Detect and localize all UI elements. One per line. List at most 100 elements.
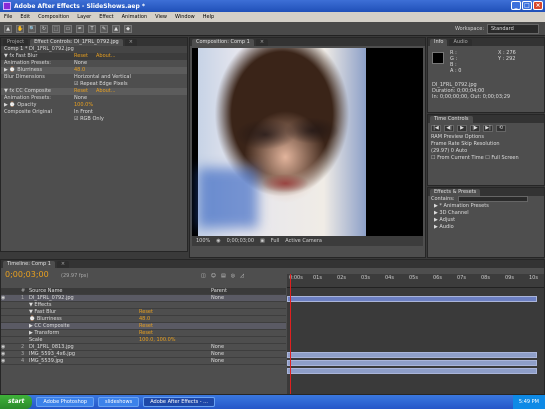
time-ruler[interactable]: 0:00s 01s 02s 03s 04s 05s 06s 07s 08s 09…	[287, 274, 544, 288]
ram-preview-options[interactable]: RAM Preview Options	[428, 134, 544, 141]
text-tool-icon[interactable]: T	[88, 24, 96, 33]
eye-icon[interactable]: ◉	[1, 358, 21, 364]
effect-value[interactable]: 48.0	[74, 67, 85, 74]
effect-row[interactable]: Animation Presets: None	[1, 95, 187, 102]
selection-tool-icon[interactable]: ▲	[4, 24, 12, 33]
current-time[interactable]: 0;00;03;00	[227, 238, 254, 244]
layer-property[interactable]: Scale	[29, 337, 139, 343]
table-row[interactable]: ◉ 4 IMG_5539.jpg None	[1, 358, 286, 365]
property-value[interactable]: 100.0, 100.0%	[139, 337, 211, 343]
effect-row[interactable]: ▶ ⌚ Blurriness 48.0	[1, 67, 187, 74]
camera-tool-icon[interactable]: ⬚	[52, 24, 60, 33]
menu-file[interactable]: File	[0, 14, 16, 20]
camera-icon[interactable]: ◉	[216, 238, 220, 244]
menu-layer[interactable]: Layer	[73, 14, 95, 20]
eye-icon[interactable]: ◉	[1, 344, 21, 350]
menu-edit[interactable]: Edit	[16, 14, 34, 20]
preview-checkboxes[interactable]: ☐ From Current Time ☐ Full Screen	[428, 155, 544, 162]
resolution-dropdown[interactable]: Full	[271, 238, 280, 244]
menu-window[interactable]: Window	[171, 14, 199, 20]
close-tab-icon[interactable]: ×	[56, 261, 70, 268]
table-row[interactable]: ▶ Transform Reset	[1, 330, 286, 337]
draft-3d-icon[interactable]: ◫	[201, 273, 206, 279]
menu-effect[interactable]: Effect	[95, 14, 117, 20]
composition-viewer[interactable]	[192, 48, 423, 236]
zoom-dropdown[interactable]: 100%	[196, 238, 210, 244]
last-frame-icon[interactable]: ▶|	[483, 125, 493, 132]
play-icon[interactable]: ▶	[457, 125, 467, 132]
effect-row[interactable]: ☑ Repeat Edge Pixels	[1, 81, 187, 88]
effect-checkbox[interactable]: ☑ Repeat Edge Pixels	[74, 81, 128, 88]
taskbar-item-photoshop[interactable]: Adobe Photoshop	[36, 397, 95, 407]
frame-blending-icon[interactable]: ▤	[221, 273, 226, 279]
property-value[interactable]: Reset	[139, 309, 211, 315]
preset-category[interactable]: ▶ Audio	[428, 224, 544, 231]
effect-value[interactable]: 100.0%	[74, 102, 93, 109]
menu-help[interactable]: Help	[199, 14, 218, 20]
tab-composition[interactable]: Composition: Comp 1	[192, 39, 254, 46]
effect-row[interactable]: Blur Dimensions Horizontal and Vertical	[1, 74, 187, 81]
effect-value[interactable]: None	[74, 60, 87, 67]
maximize-button[interactable]: □	[522, 1, 532, 10]
layer-bar[interactable]	[287, 360, 537, 366]
table-row[interactable]: ▼ Effects	[1, 302, 286, 309]
layer-property[interactable]: ⌚ Blurriness	[29, 316, 139, 322]
parent-dropdown[interactable]: None	[211, 358, 243, 364]
effect-row[interactable]: ☑ RGB Only	[1, 116, 187, 123]
parent-dropdown[interactable]: None	[211, 351, 243, 357]
tab-audio[interactable]: Audio	[449, 39, 472, 46]
motion-blur-icon[interactable]: ◎	[231, 273, 235, 279]
eye-icon[interactable]: ◉	[1, 295, 21, 301]
close-tab-icon[interactable]: ×	[255, 39, 269, 46]
layer-property[interactable]: ▶ Transform	[29, 330, 139, 336]
table-row[interactable]: ◉ 2 DI_1FRL_0813.jpg None	[1, 344, 286, 351]
effect-value[interactable]: None	[74, 95, 87, 102]
taskbar-item-slideshows[interactable]: slideshows	[98, 397, 140, 407]
table-row[interactable]: ⌚ Blurriness 48.0	[1, 316, 286, 323]
table-row[interactable]: ▶ CC Composite Reset	[1, 323, 286, 330]
snapshot-icon[interactable]: ▣	[260, 238, 265, 244]
loop-icon[interactable]: ⟲	[496, 125, 506, 132]
timeline-tracks[interactable]: 0:00s 01s 02s 03s 04s 05s 06s 07s 08s 09…	[287, 274, 544, 394]
layer-name[interactable]: IMG_5539.jpg	[29, 358, 139, 364]
tab-effects-presets[interactable]: Effects & Presets	[430, 189, 481, 196]
effect-row[interactable]: Animation Presets: None	[1, 60, 187, 67]
layer-name[interactable]: DI_1FRL_0792.jpg	[29, 295, 139, 301]
preview-values[interactable]: (29.97) 0 Auto	[428, 148, 544, 155]
taskbar-item-after-effects[interactable]: Adobe After Effects - ...	[143, 397, 215, 407]
hand-tool-icon[interactable]: ✋	[16, 24, 24, 33]
first-frame-icon[interactable]: |◀	[431, 125, 441, 132]
tab-effect-controls[interactable]: Effect Controls: DI_1FRL_0792.jpg	[30, 39, 123, 46]
effect-value[interactable]: Horizontal and Vertical	[74, 74, 131, 81]
eraser-tool-icon[interactable]: ◆	[124, 24, 132, 33]
effect-row[interactable]: ▼ fx Fast Blur Reset About...	[1, 53, 187, 60]
brush-tool-icon[interactable]: ✎	[100, 24, 108, 33]
current-time-indicator[interactable]	[290, 274, 291, 394]
menu-animation[interactable]: Animation	[118, 14, 152, 20]
effect-about[interactable]: About...	[96, 53, 116, 60]
menu-view[interactable]: View	[151, 14, 171, 20]
effect-value[interactable]: Reset	[74, 88, 88, 95]
layer-bar[interactable]	[287, 296, 537, 302]
parent-dropdown[interactable]: None	[211, 344, 243, 350]
property-value[interactable]: Reset	[139, 323, 211, 329]
previous-frame-icon[interactable]: ◀|	[444, 125, 454, 132]
layer-property[interactable]: ▼ Effects	[29, 302, 139, 308]
effect-value[interactable]: Reset	[74, 53, 88, 60]
close-button[interactable]: ×	[533, 1, 543, 10]
workspace-dropdown[interactable]: Standard	[487, 24, 539, 34]
pen-tool-icon[interactable]: ✒	[76, 24, 84, 33]
effect-row[interactable]: Composite Original In Front	[1, 109, 187, 116]
timeline-timecode[interactable]: 0;00;03;00	[5, 270, 49, 279]
menu-composition[interactable]: Composition	[34, 14, 73, 20]
start-button[interactable]: start	[0, 395, 33, 409]
zoom-tool-icon[interactable]: 🔍	[28, 24, 36, 33]
next-frame-icon[interactable]: |▶	[470, 125, 480, 132]
minimize-button[interactable]: _	[511, 1, 521, 10]
preset-category[interactable]: ▶ * Animation Presets	[428, 203, 544, 210]
graph-editor-icon[interactable]: ◿	[240, 273, 244, 279]
layer-property[interactable]: ▶ CC Composite	[29, 323, 139, 329]
rectangle-tool-icon[interactable]: ▭	[64, 24, 72, 33]
layer-property[interactable]: ▼ Fast Blur	[29, 309, 139, 315]
table-row[interactable]: ◉ 3 IMG_5593_4x6.jpg None	[1, 351, 286, 358]
